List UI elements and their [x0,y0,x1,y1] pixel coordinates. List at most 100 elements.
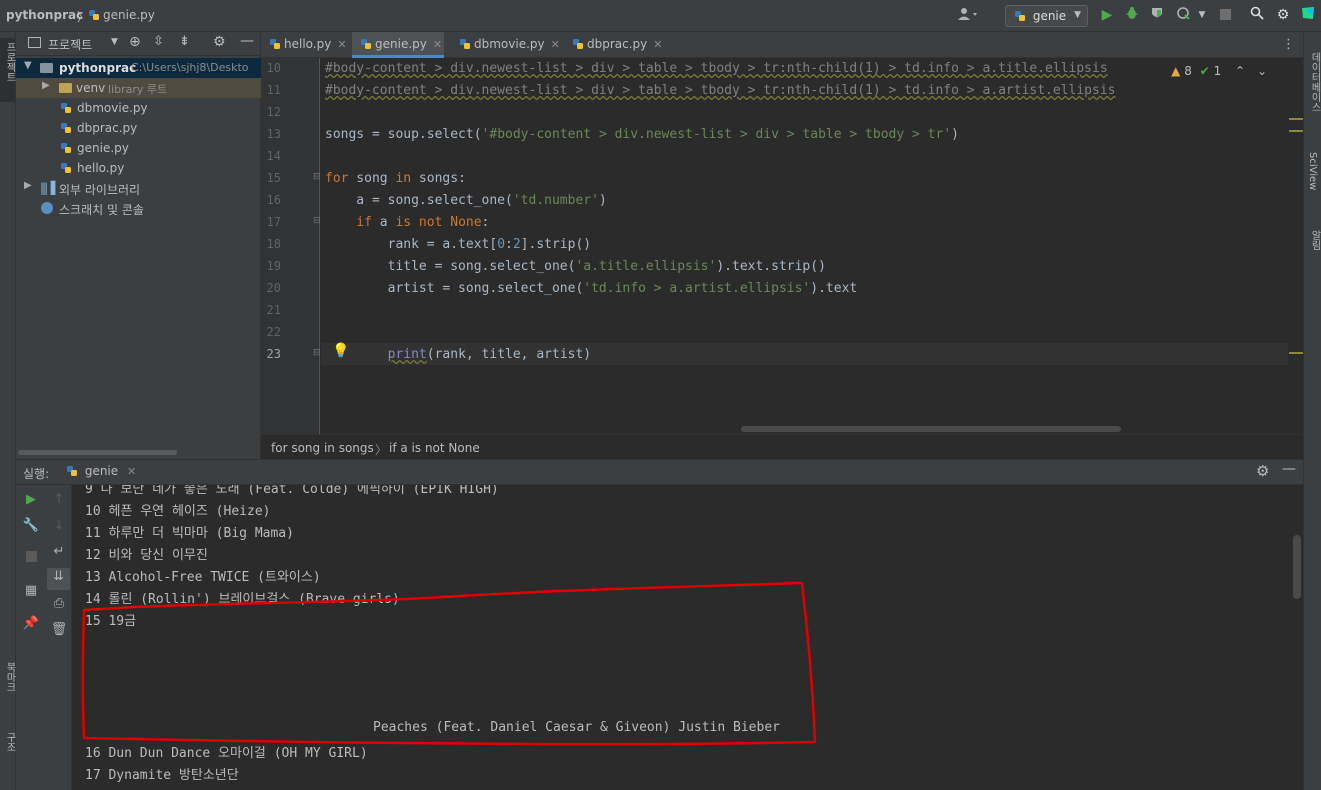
up-arrow-icon[interactable]: ↑ [50,491,68,509]
coverage-icon[interactable] [1148,6,1166,24]
tree-item-file[interactable]: dbmovie.py [16,98,261,118]
python-file-icon [360,38,372,50]
database-tool-tab[interactable]: 데이터베이스 [1305,40,1321,128]
project-panel-title[interactable]: 프로젝트 [48,36,92,53]
warning-marker[interactable] [1289,130,1303,132]
project-panel: 프로젝트 ▼ ⊕ ⇳ ⇟ ⚙ — ▼ pythonprac C:\Users\s… [16,32,261,459]
folder-icon [59,83,72,93]
code-editor[interactable]: 10 11 12 13 14 15 16 17 18 19 20 21 22 2… [261,58,1303,434]
close-icon[interactable]: ✕ [551,38,560,51]
project-hscrollbar[interactable] [18,450,177,455]
close-icon[interactable]: ✕ [433,38,442,51]
run-configuration-label: genie [1032,9,1067,23]
hide-icon[interactable]: — [240,33,254,49]
run-icon[interactable]: ▶ [1098,6,1116,24]
tab-hello[interactable]: hello.py ✕ [261,32,347,58]
run-configuration-select[interactable]: genie ▼ [1005,5,1088,27]
project-view-icon [28,37,41,48]
console-line: 15 19금 [85,614,137,629]
structure-tool-tab[interactable]: 구조 [1,732,15,772]
left-tool-stripe: 프로젝트 북마크 구조 [0,32,16,790]
close-icon[interactable]: ✕ [127,465,136,478]
tree-item-file[interactable]: hello.py [16,158,261,178]
pin-icon[interactable]: 📌 [22,615,40,633]
down-arrow-icon[interactable]: ↓ [50,517,68,535]
settings-icon[interactable]: ⚙ [213,34,226,50]
expand-all-icon[interactable]: ⇳ [153,34,164,49]
scroll-to-end-icon[interactable]: ⇊ [47,568,70,590]
warning-marker[interactable] [1289,118,1303,120]
tree-item-scratches[interactable]: 스크래치 및 콘솔 [16,198,261,218]
tab-dbprac[interactable]: dbprac.py ✕ [564,32,663,58]
print-icon[interactable]: ⎙ [50,595,68,613]
more-run-options-icon[interactable]: ▼ [1193,6,1211,24]
console-line: 14 롤린 (Rollin') 브레이브걸스 (Brave girls) [85,592,400,607]
python-file-icon [88,9,100,21]
line-number: 11 [266,83,281,97]
nav-project[interactable]: pythonprac [6,8,83,22]
tree-item-root-label: pythonprac [59,61,137,75]
wrench-icon[interactable]: 🔧 [22,517,40,535]
notifications-tool-tab[interactable]: 알림 [1305,216,1321,262]
warning-icon: ▲ [1171,64,1181,78]
trash-icon[interactable]: 🗑 [50,621,68,639]
console-vscrollbar[interactable] [1293,535,1301,599]
chevron-down-icon[interactable]: ▼ [111,37,118,47]
tree-item-file[interactable]: dbprac.py [16,118,261,138]
tree-item-external-libraries[interactable]: ▶ |||▐ 외부 라이브러리 [16,178,261,198]
nav-file[interactable]: genie.py [88,8,155,22]
stop-icon[interactable] [22,549,40,567]
rerun-icon[interactable]: ▶ [22,491,40,509]
fold-icon[interactable]: ⊟ [313,348,321,358]
settings-icon[interactable]: ⚙ [1274,6,1292,24]
fold-icon[interactable]: ⊟ [313,216,321,226]
project-tool-tab[interactable]: 프로젝트 [0,38,15,102]
run-tab[interactable]: genie ✕ [66,464,136,478]
user-icon[interactable] [958,7,980,24]
breadcrumb-item[interactable]: if a is not None [389,441,480,455]
tree-item-file[interactable]: genie.py [16,138,261,158]
tab-dbmovie[interactable]: dbmovie.py ✕ [451,32,560,58]
sciview-tool-tab[interactable]: SciView [1305,144,1321,204]
tree-item-venv[interactable]: ▶ venv library 루트 [16,78,261,98]
more-tabs-icon[interactable]: ⋮ [1282,37,1295,52]
tree-item-root[interactable]: ▼ pythonprac C:\Users\sjhj8\Deskto [16,58,261,78]
line-number: 19 [266,259,281,273]
soft-wrap-icon[interactable]: ↵ [50,543,68,561]
inspection-widget[interactable]: ▲ 8 ✔ 1 ⌃ ⌄ [1171,64,1267,78]
locate-icon[interactable]: ⊕ [129,34,141,50]
warning-marker[interactable] [1289,352,1303,354]
close-icon[interactable]: ✕ [337,38,346,51]
jetbrains-logo-icon[interactable] [1299,6,1317,24]
line-number: 13 [266,127,281,141]
hide-icon[interactable]: — [1282,461,1296,477]
breadcrumb-separator: 〉 [375,443,388,457]
fold-icon[interactable]: ⊟ [313,172,321,182]
tab-genie[interactable]: genie.py ✕ [352,32,444,58]
console-output[interactable]: 9 나 보단 네가 좋은 노래 (Feat. Colde) 에픽하이 (EPIK… [73,485,1303,790]
tab-label: dbmovie.py [474,37,545,51]
layout-icon[interactable]: ▦ [22,582,40,600]
python-icon [1014,10,1026,22]
collapse-all-icon[interactable]: ⇟ [179,34,190,49]
stop-icon[interactable] [1216,6,1234,24]
breadcrumb-item[interactable]: for song in songs [271,441,374,455]
settings-icon[interactable]: ⚙ [1256,462,1269,480]
bookmarks-tool-tab[interactable]: 북마크 [1,662,15,722]
right-tool-stripe: 데이터베이스 SciView 알림 [1303,32,1321,790]
editor-hscrollbar[interactable] [741,426,1121,432]
chevron-down-icon[interactable]: ⌄ [1257,64,1267,78]
debug-icon[interactable] [1123,6,1141,24]
profile-icon[interactable] [1174,6,1192,24]
code-line-18: rank = a.text[0:2].strip() [325,237,592,252]
line-number: 17 [266,215,281,229]
tree-item-file-label: hello.py [77,161,125,175]
search-icon[interactable] [1248,6,1266,24]
close-icon[interactable]: ✕ [653,38,662,51]
sciview-tool-label: SciView [1307,152,1318,191]
line-number: 18 [266,237,281,251]
tree-item-file-label: dbprac.py [77,121,138,135]
project-panel-header: 프로젝트 ▼ ⊕ ⇳ ⇟ ⚙ — [16,32,261,56]
notifications-tool-label: 알림 [1309,230,1320,250]
chevron-up-icon[interactable]: ⌃ [1235,64,1245,78]
